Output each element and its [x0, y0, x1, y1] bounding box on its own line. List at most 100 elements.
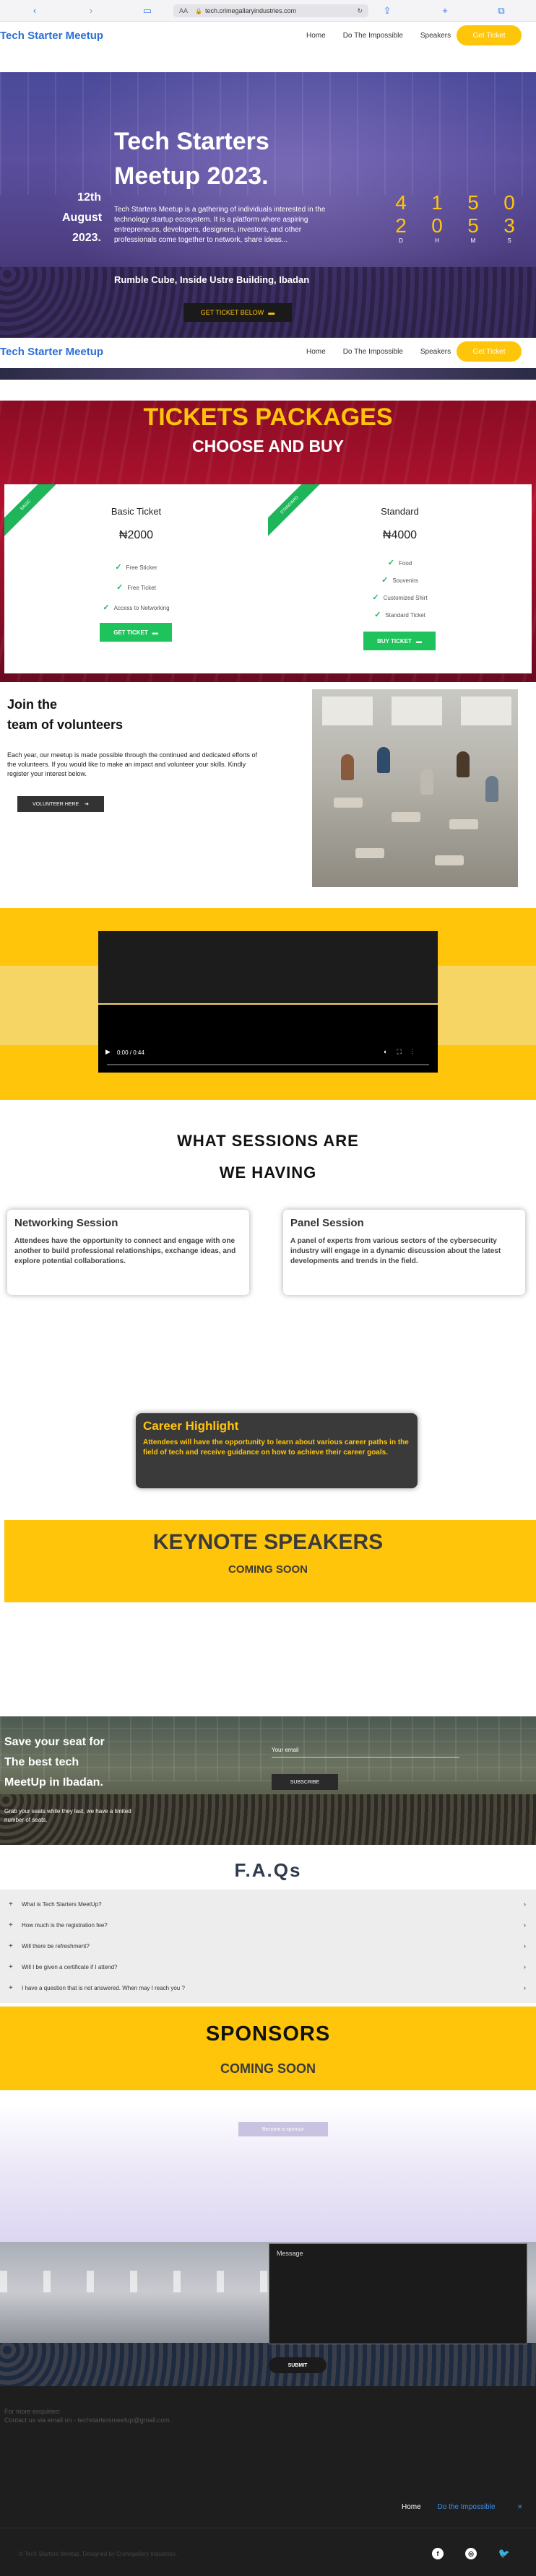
social-links: f ◎ 🐦: [432, 2548, 510, 2559]
volume-icon[interactable]: ◖: [383, 1048, 397, 1055]
faq-list: + What is Tech Starters MeetUp? › + How muc…: [0, 1890, 536, 2003]
session-title: Panel Session: [290, 1217, 364, 1229]
ticket-feature: ✓ Food: [268, 558, 532, 567]
person-shape: [485, 776, 498, 802]
contact-photo-audience: [0, 2343, 536, 2386]
desk-shape: [449, 819, 478, 829]
volunteer-button-label: VOLUNTEER HERE: [32, 801, 79, 807]
faq-item[interactable]: + I have a question that is not answered.…: [0, 1978, 536, 1999]
ticket-price: ₦2000: [118, 529, 154, 541]
footer-nav-home[interactable]: Home: [402, 2503, 421, 2511]
text-size-button[interactable]: AA: [179, 7, 188, 14]
chevron-right-icon: ›: [524, 1900, 526, 1908]
message-textarea[interactable]: Message: [269, 2243, 527, 2344]
session-text: Attendees have the opportunity to connec…: [14, 1237, 236, 1265]
back-icon[interactable]: ‹: [29, 5, 40, 16]
ticket-feature-label: Access to Networking: [113, 605, 170, 611]
session-title: Networking Session: [14, 1217, 118, 1229]
window-shape: [461, 697, 511, 725]
email-input[interactable]: Your email: [272, 1747, 299, 1753]
ticket-feature-label: Customized Shirt: [383, 595, 428, 601]
footer-contact-email[interactable]: Contact us via email on - techstartersme…: [4, 2416, 170, 2424]
faq-item[interactable]: + How much is the registration fee? ›: [0, 1915, 536, 1936]
ticket-icon: ▬: [152, 629, 158, 636]
close-icon[interactable]: ✕: [517, 2503, 523, 2511]
countdown-hours: 1 0 H: [419, 191, 455, 244]
share-icon[interactable]: ⇪: [381, 5, 393, 17]
nav-speakers[interactable]: Speakers: [420, 348, 451, 356]
check-icon: ✓: [372, 593, 379, 602]
countdown-digit: 2: [395, 214, 407, 237]
buy-ticket-standard-button[interactable]: BUY TICKET ▬: [363, 632, 436, 650]
twitter-icon[interactable]: 🐦: [498, 2548, 510, 2559]
countdown-digit: 1: [431, 191, 443, 214]
hero-bottom-strip: [0, 368, 536, 380]
faq-question: Will there be refreshment?: [22, 1943, 90, 1950]
tabs-icon[interactable]: ⧉: [496, 5, 507, 17]
book-icon[interactable]: ▭: [142, 5, 153, 17]
ticket-price: ₦4000: [382, 529, 418, 541]
forward-icon[interactable]: ›: [85, 5, 97, 16]
hero-date-month: August: [62, 211, 103, 224]
footer-nav: Home Do the Impossible ✕: [402, 2503, 523, 2511]
subscribe-button[interactable]: SUBSCRIBE: [272, 1774, 338, 1790]
sticky-nav: Tech Starter Meetup Home Do The Impossib…: [0, 338, 536, 365]
video-progress-bar[interactable]: [107, 1064, 429, 1065]
brand-logo[interactable]: Tech Starter Meetup: [0, 30, 103, 42]
nav-do-the-impossible[interactable]: Do The Impossible: [343, 32, 403, 40]
tickets-section: TICKETS PACKAGES CHOOSE AND BUY BASIC Ba…: [0, 401, 536, 682]
hero-title: Tech Starters Meetup 2023.: [114, 124, 269, 193]
more-icon[interactable]: ⋮: [412, 1048, 423, 1055]
fullscreen-icon[interactable]: ⛶: [397, 1048, 411, 1055]
facebook-icon[interactable]: f: [432, 2548, 444, 2559]
hero-venue: Rumble Cube, Inside Ustre Building, Ibad…: [114, 274, 310, 285]
footer-copyright: © Tech Starters Meetup. Designed by Crim…: [19, 2551, 178, 2557]
subscribe-section: Save your seat for The best tech MeetUp …: [0, 1716, 536, 1845]
nav-speakers[interactable]: Speakers: [420, 32, 451, 40]
subscribe-title-line1: Save your seat for: [4, 1736, 105, 1748]
nav-home[interactable]: Home: [306, 32, 326, 40]
faq-item[interactable]: + What is Tech Starters MeetUp? ›: [0, 1894, 536, 1915]
window-shape: [392, 697, 442, 725]
get-ticket-below-button[interactable]: GET TICKET BELOW ▬: [183, 303, 292, 322]
get-ticket-basic-button[interactable]: GET TICKET ▬: [100, 623, 172, 642]
subscribe-title-line2: The best tech: [4, 1756, 79, 1768]
countdown-digit: 0: [431, 214, 443, 237]
submit-button[interactable]: SUBMIT: [269, 2357, 327, 2373]
nav-home[interactable]: Home: [306, 348, 326, 356]
play-icon[interactable]: ▶: [105, 1048, 111, 1056]
faq-item[interactable]: + Will there be refreshment? ›: [0, 1936, 536, 1957]
reload-icon[interactable]: ↻: [357, 7, 363, 15]
person-shape: [420, 769, 433, 795]
tickets-heading: TICKETS PACKAGES: [143, 403, 393, 431]
volunteers-text: Each year, our meetup is made possible t…: [7, 751, 258, 777]
get-ticket-button[interactable]: Get Ticket: [457, 341, 522, 362]
hero-date-year: 2023.: [72, 232, 101, 244]
ticket-feature: ✓ Standard Ticket: [268, 610, 532, 619]
countdown-days: 4 2 D: [383, 191, 419, 244]
url-bar[interactable]: AA 🔒 tech.crimegallaryindustries.com ↻: [173, 4, 368, 17]
footer-nav-do-the-impossible[interactable]: Do the Impossible: [437, 2503, 495, 2511]
sponsors-subtitle: COMING SOON: [220, 2061, 316, 2076]
nav-do-the-impossible[interactable]: Do The Impossible: [343, 348, 403, 356]
ticket-feature: ✓ Customized Shirt: [268, 593, 532, 602]
ticket-name: Standard: [381, 506, 419, 517]
faq-item[interactable]: + Will I be given a certificate if I atte…: [0, 1957, 536, 1978]
countdown-digit: 5: [467, 214, 479, 237]
check-icon: ✓: [103, 603, 110, 612]
brand-logo[interactable]: Tech Starter Meetup: [0, 346, 103, 358]
ticket-icon: ▬: [268, 309, 275, 316]
get-ticket-button[interactable]: Get Ticket: [457, 25, 522, 45]
countdown-digit: 0: [503, 191, 515, 214]
volunteer-here-button[interactable]: VOLUNTEER HERE ➜: [17, 796, 104, 812]
new-tab-icon[interactable]: +: [439, 5, 451, 16]
career-highlight-card: Career Highlight Attendees will have the…: [136, 1413, 418, 1488]
video-controls: ◖⛶⋮: [383, 1048, 423, 1056]
countdown-minutes: 5 5 M: [455, 191, 491, 244]
instagram-icon[interactable]: ◎: [465, 2548, 477, 2559]
become-sponsor-button[interactable]: Become a sponsor: [238, 2122, 328, 2136]
nav-links: Home Do The Impossible Speakers: [306, 32, 468, 40]
desk-shape: [435, 855, 464, 865]
chevron-right-icon: ›: [524, 1963, 526, 1970]
video-player[interactable]: ▶ 0:00 / 0:44 ◖⛶⋮: [98, 1005, 438, 1073]
